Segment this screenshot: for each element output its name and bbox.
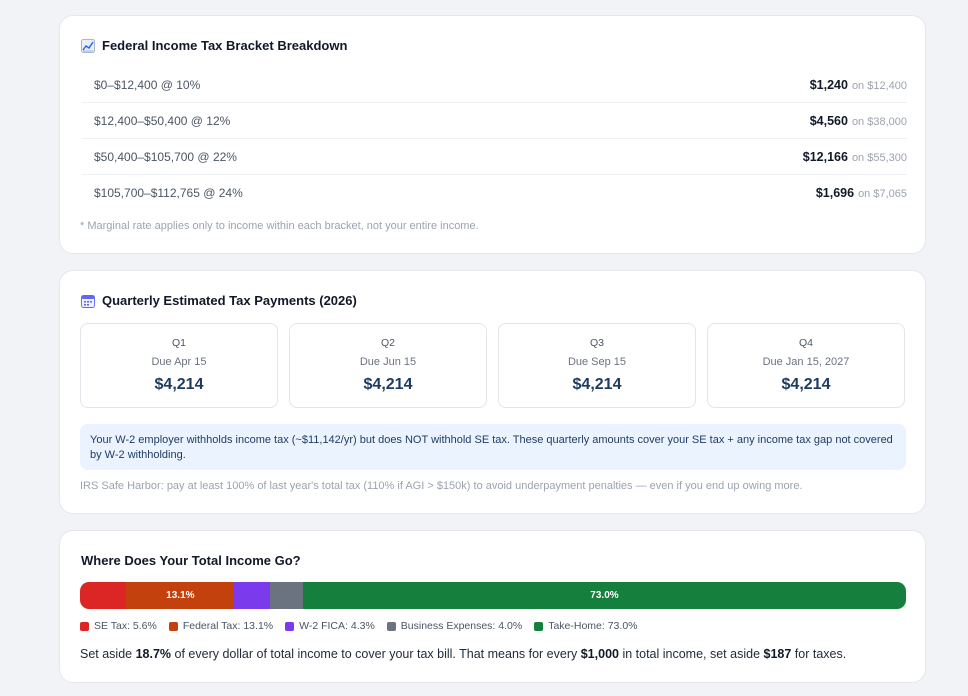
summary-set-aside-amount: $187 — [763, 647, 792, 661]
bracket-tax: $1,696 — [815, 186, 855, 200]
bracket-tax: $4,560 — [809, 113, 848, 128]
legend-label: W-2 FICA: 4.3% — [299, 620, 375, 632]
chart-icon — [81, 38, 95, 53]
bracket-value: $1,240 on $12,400 — [810, 78, 907, 92]
bracket-value: $1,696 on $7,065 — [816, 186, 907, 200]
quarter-card-q1: Q1 Due Apr 15 $4,214 — [80, 323, 278, 408]
bracket-row: $12,400–$50,400 @ 12% $4,560 on $38,000 — [82, 103, 907, 139]
quarter-label: Q2 — [380, 337, 395, 349]
withholding-info-box: Your W-2 employer withholds income tax (… — [80, 424, 906, 470]
legend-item: SE Tax: 5.6% — [80, 620, 157, 632]
quarter-label: Q4 — [798, 337, 813, 349]
quarter-card-q4: Q4 Due Jan 15, 2027 $4,214 — [707, 323, 905, 408]
bracket-on-amount: on $12,400 — [851, 79, 907, 92]
quarterly-payments-card: Quarterly Estimated Tax Payments (2026) … — [59, 270, 926, 514]
quarter-amount: $4,214 — [572, 376, 622, 393]
bracket-breakdown-title: Federal Income Tax Bracket Breakdown — [81, 38, 347, 53]
bracket-row: $50,400–$105,700 @ 22% $12,166 on $55,300 — [82, 139, 907, 175]
legend-swatch — [80, 621, 89, 631]
legend-label: Take-Home: 73.0% — [548, 620, 638, 632]
income-bar-segment-take-home: 73.0% — [303, 582, 906, 609]
legend-item: Federal Tax: 13.1% — [168, 620, 274, 632]
bracket-value: $12,166 on $55,300 — [803, 150, 907, 164]
bracket-range: $0–$12,400 @ 10% — [94, 77, 201, 92]
legend-swatch — [386, 621, 396, 631]
bracket-on-amount: on $7,065 — [858, 188, 907, 200]
bracket-tax: $12,166 — [802, 149, 848, 164]
bracket-row: $0–$12,400 @ 10% $1,240 on $12,400 — [82, 67, 907, 103]
legend-item: Business Expenses: 4.0% — [386, 620, 523, 632]
income-distribution-title: Where Does Your Total Income Go? — [81, 553, 301, 568]
set-aside-summary: Set aside 18.7% of every dollar of total… — [80, 647, 846, 661]
bracket-breakdown-title-text: Federal Income Tax Bracket Breakdown — [102, 38, 348, 53]
bracket-value: $4,560 on $38,000 — [810, 114, 907, 128]
income-legend: SE Tax: 5.6% Federal Tax: 13.1% W-2 FICA: … — [80, 620, 638, 632]
summary-text: of every dollar of total income to cover… — [171, 647, 581, 661]
quarter-label: Q3 — [589, 337, 604, 349]
income-bar-segment-se-tax — [80, 582, 127, 609]
legend-swatch — [168, 621, 178, 631]
safe-harbor-note: IRS Safe Harbor: pay at least 100% of la… — [80, 480, 803, 492]
summary-percent: 18.7% — [135, 647, 172, 661]
quarter-due-date: Due Jun 15 — [359, 356, 417, 368]
bracket-range: $105,700–$112,765 @ 24% — [94, 186, 243, 200]
bracket-row: $105,700–$112,765 @ 24% $1,696 on $7,065 — [82, 175, 907, 211]
quarter-label: Q1 — [171, 337, 186, 349]
summary-text: in total income, set aside — [618, 647, 764, 661]
quarter-due-date: Due Sep 15 — [567, 356, 627, 368]
bracket-range: $50,400–$105,700 @ 22% — [94, 149, 237, 164]
quarter-due-date: Due Jan 15, 2027 — [762, 356, 850, 368]
income-bar-segment-business-expenses — [269, 582, 303, 609]
legend-label: Federal Tax: 13.1% — [182, 620, 274, 632]
quarter-card-q3: Q3 Due Sep 15 $4,214 — [498, 323, 696, 408]
quarter-grid: Q1 Due Apr 15 $4,214 Q2 Due Jun 15 $4,21… — [80, 323, 905, 408]
legend-label: Business Expenses: 4.0% — [400, 620, 523, 632]
summary-text: for taxes. — [791, 647, 847, 661]
bracket-range: $12,400–$50,400 @ 12% — [94, 113, 231, 128]
bracket-on-amount: on $38,000 — [851, 115, 907, 128]
quarter-card-q2: Q2 Due Jun 15 $4,214 — [289, 323, 487, 408]
bracket-tax: $1,240 — [809, 77, 848, 92]
income-distribution-card: Where Does Your Total Income Go? 13.1% 73… — [59, 530, 926, 683]
legend-label: SE Tax: 5.6% — [94, 620, 157, 632]
quarter-due-date: Due Apr 15 — [151, 356, 207, 368]
quarter-amount: $4,214 — [781, 376, 831, 393]
legend-swatch — [534, 621, 544, 631]
quarter-amount: $4,214 — [363, 376, 413, 393]
quarterly-payments-title: Quarterly Estimated Tax Payments (2026) — [81, 293, 357, 308]
income-bar-segment-w-2-fica — [234, 582, 270, 609]
legend-item: W-2 FICA: 4.3% — [285, 620, 375, 632]
calendar-icon — [81, 294, 95, 308]
bracket-list: $0–$12,400 @ 10% $1,240 on $12,400 $12,40… — [82, 67, 907, 211]
income-bar-segment-federal-tax: 13.1% — [126, 582, 235, 609]
bracket-breakdown-card: Federal Income Tax Bracket Breakdown $0–… — [59, 15, 926, 254]
bracket-on-amount: on $55,300 — [851, 151, 907, 164]
quarter-amount: $4,214 — [154, 376, 204, 393]
legend-swatch — [285, 621, 295, 631]
quarterly-payments-title-text: Quarterly Estimated Tax Payments (2026) — [102, 293, 357, 308]
legend-item: Take-Home: 73.0% — [534, 620, 638, 632]
summary-text: Set aside — [80, 647, 136, 661]
summary-per-amount: $1,000 — [580, 647, 619, 661]
income-distribution-bar: 13.1% 73.0% — [80, 582, 906, 609]
bracket-note: * Marginal rate applies only to income w… — [80, 220, 479, 232]
